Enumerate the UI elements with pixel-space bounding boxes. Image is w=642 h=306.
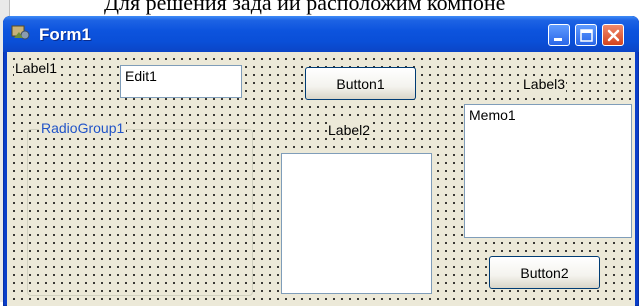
label3: Label3	[522, 76, 567, 92]
listbox1[interactable]	[281, 153, 432, 294]
button1-label: Button1	[336, 75, 385, 92]
maximize-button[interactable]	[575, 24, 597, 46]
close-button[interactable]	[602, 24, 624, 46]
button1[interactable]: Button1	[305, 67, 416, 100]
minimize-button[interactable]	[548, 24, 570, 46]
document-heading-fragment: Для решения зада ий расположим компоне	[104, 0, 506, 15]
button2-label: Button2	[520, 264, 569, 281]
edit1-value: Edit1	[125, 68, 157, 84]
window-title: Form1	[39, 25, 91, 44]
delphi-form-icon	[11, 25, 30, 40]
memo1-text: Memo1	[469, 107, 516, 123]
button2[interactable]: Button2	[489, 256, 600, 289]
close-icon	[607, 29, 620, 42]
label2: Label2	[327, 122, 372, 138]
label1: Label1	[14, 60, 59, 76]
edit1-input[interactable]: Edit1	[120, 65, 242, 98]
form-window: Form1 Label1 Edit1 Button1 Label3 Memo1 …	[3, 16, 639, 306]
title-bar[interactable]: Form1	[3, 16, 639, 52]
form-client-area: Label1 Edit1 Button1 Label3 Memo1 Label2…	[7, 52, 635, 306]
maximize-icon	[580, 29, 593, 42]
memo1[interactable]: Memo1	[464, 104, 632, 238]
radiogroup1-caption: RadioGroup1	[39, 120, 127, 136]
radiogroup1[interactable]	[27, 129, 253, 296]
minimize-icon	[554, 38, 562, 41]
